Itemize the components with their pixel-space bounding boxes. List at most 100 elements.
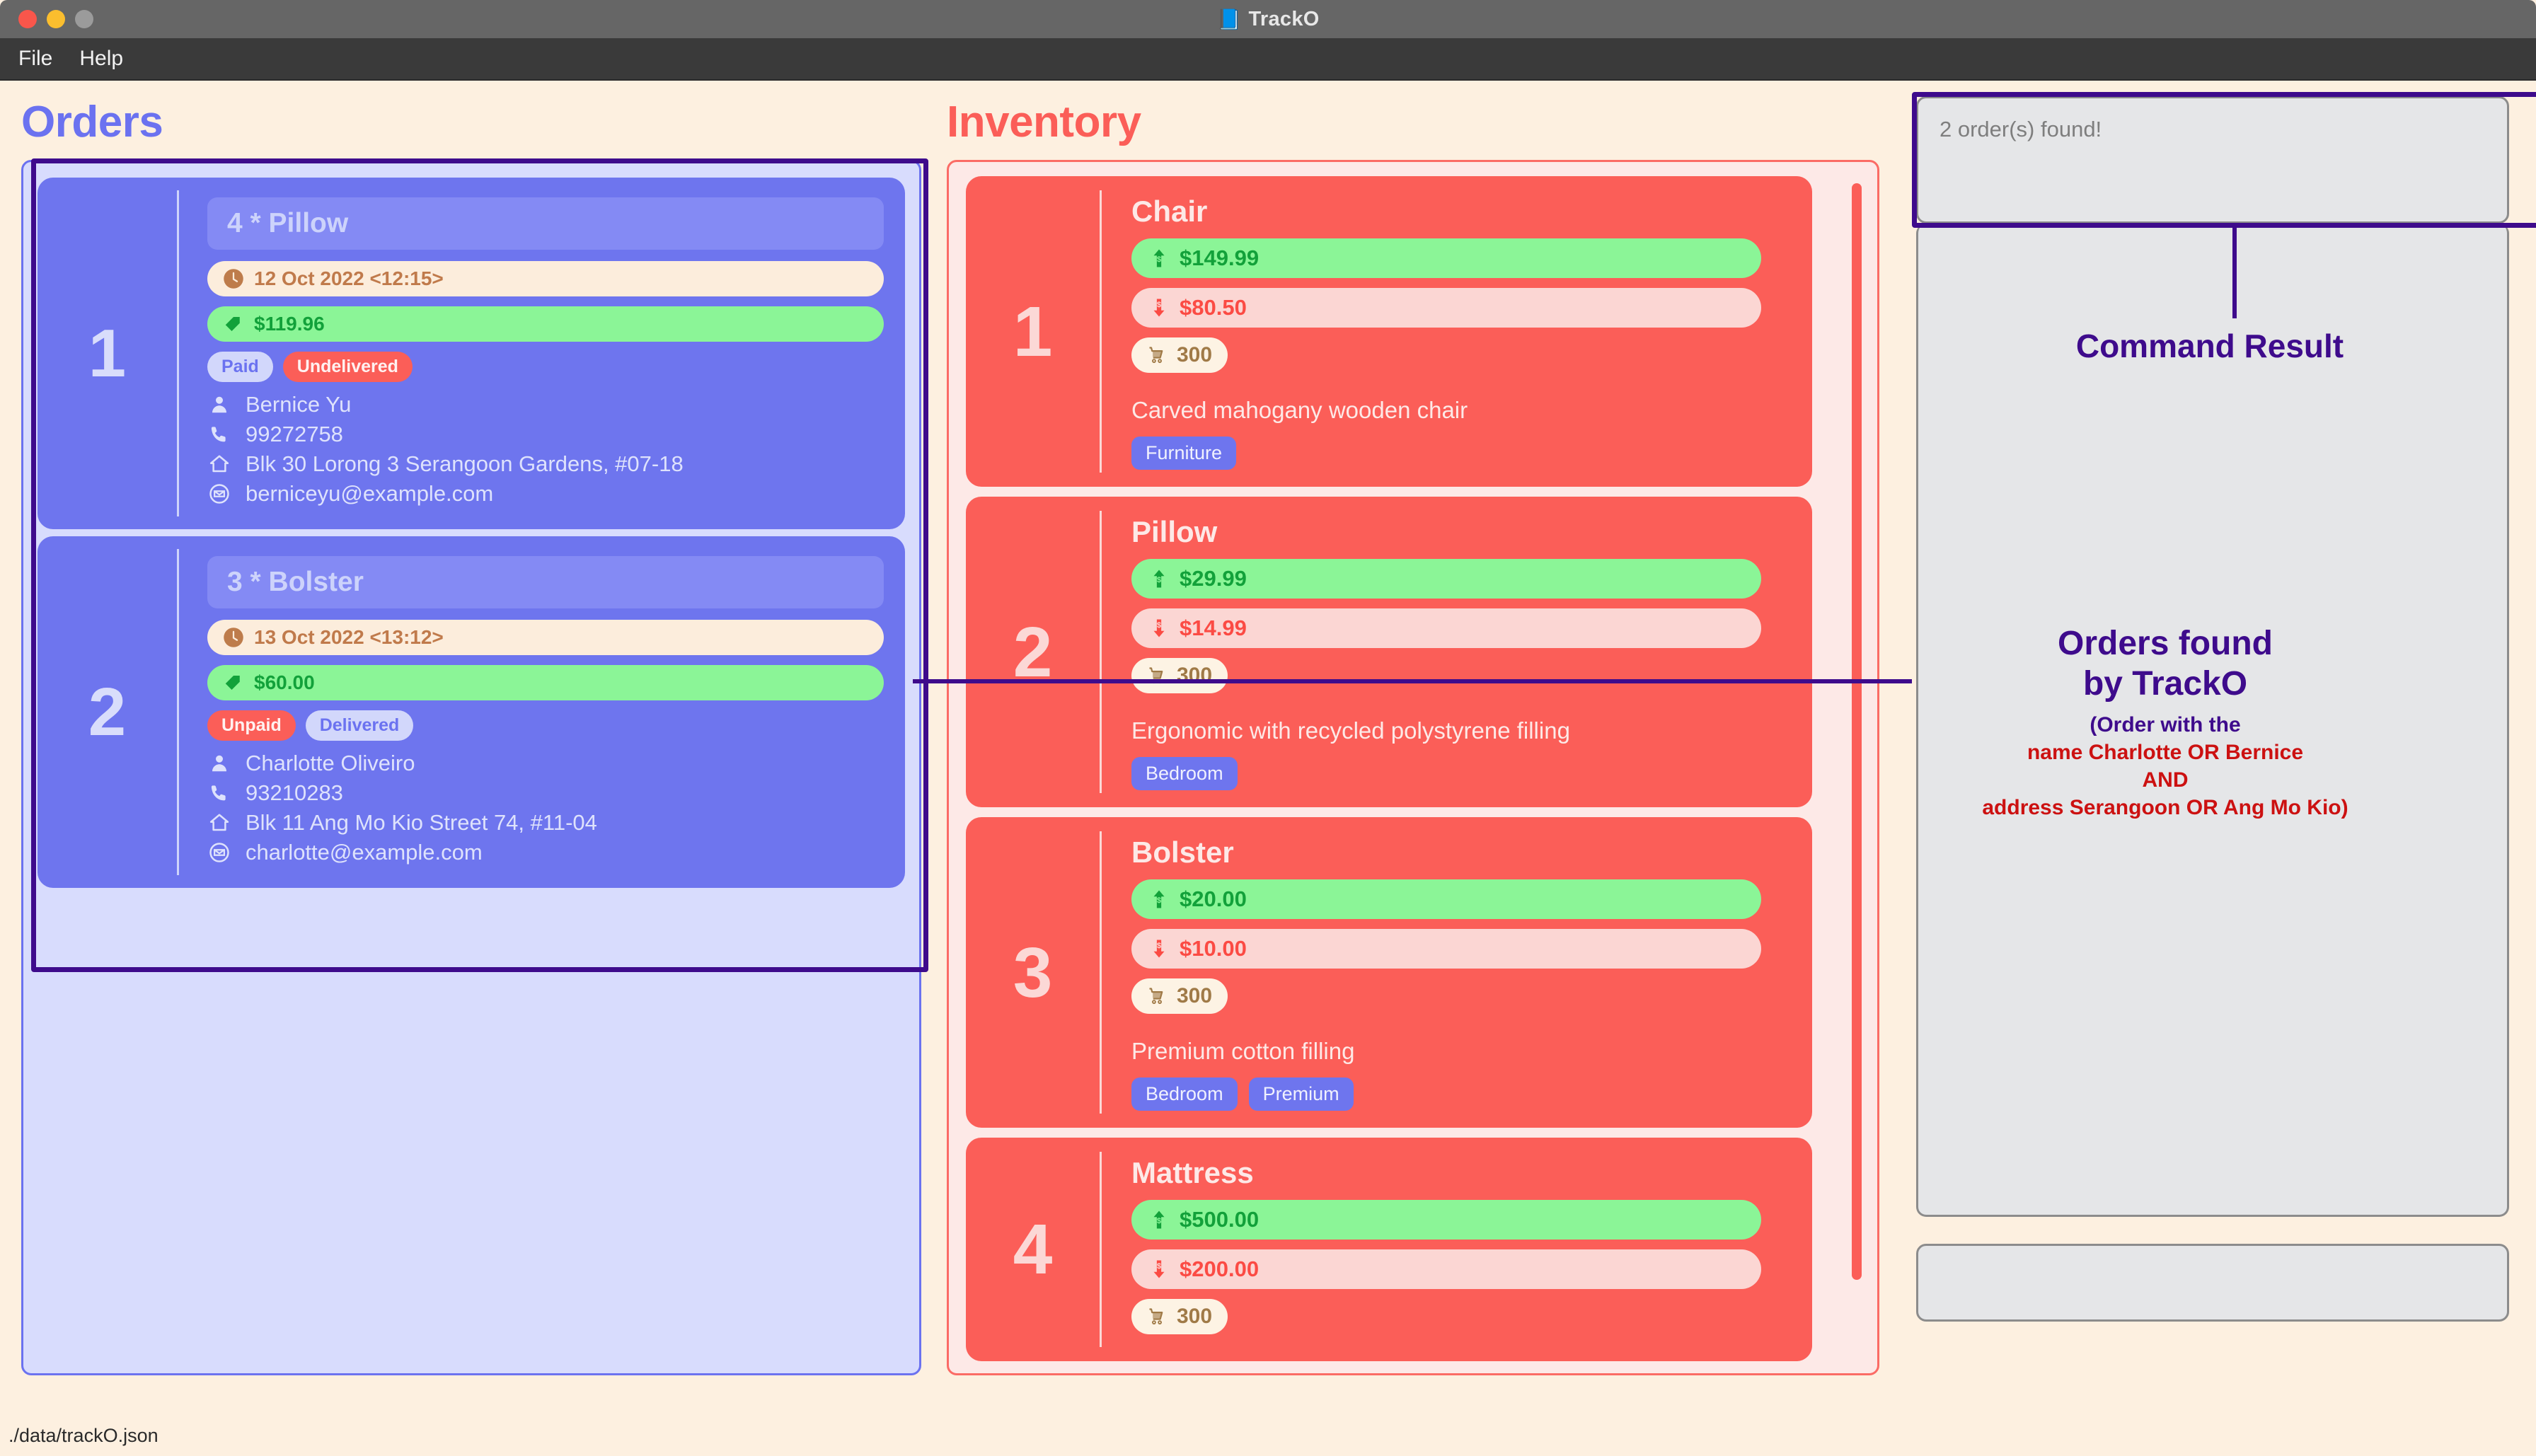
annotation-orders-found-line2: by TrackO <box>2082 664 2248 703</box>
inventory-scrollbar-thumb[interactable] <box>1852 183 1862 1280</box>
phone-icon <box>207 782 231 804</box>
command-result-text: 2 order(s) found! <box>1940 117 2102 141</box>
sell-price-text: $20.00 <box>1180 886 1247 911</box>
order-phone-row: 93210283 <box>207 780 884 806</box>
order-customer-name-row: Bernice Yu <box>207 392 884 417</box>
payment-status-badge: Paid <box>207 352 273 382</box>
shopping-cart-icon <box>1147 1307 1167 1327</box>
annotation-command-result-label: Command Result <box>2075 328 2344 364</box>
sell-price-pill: $ $149.99 <box>1131 238 1761 278</box>
command-result-box: 2 order(s) found! <box>1916 96 2509 224</box>
svg-text:$: $ <box>1157 301 1162 309</box>
inventory-tag[interactable]: Furniture <box>1131 437 1237 470</box>
inventory-card[interactable]: 3 Bolster $ $20.00 $ $10.00 300 Premium … <box>966 817 1812 1128</box>
order-customer-name: Bernice Yu <box>246 392 352 417</box>
order-card[interactable]: 2 3 * Bolster 13 Oct 2022 <13:12> $60.00 <box>38 536 905 888</box>
money-up-icon: $ <box>1148 568 1170 589</box>
quantity-pill: 300 <box>1131 978 1228 1014</box>
quantity-text: 300 <box>1177 1305 1213 1328</box>
inventory-card[interactable]: 4 Mattress $ $500.00 $ $200.00 300 <box>966 1138 1812 1361</box>
orders-column: Orders 1 4 * Pillow 12 Oct 2022 <12:15> <box>0 81 943 1456</box>
order-card-body: 3 * Bolster 13 Oct 2022 <13:12> $60.00 U… <box>179 549 905 875</box>
inventory-tag[interactable]: Premium <box>1248 1077 1354 1111</box>
inventory-tag[interactable]: Bedroom <box>1131 1077 1238 1111</box>
sell-price-pill: $ $500.00 <box>1131 1200 1761 1240</box>
cost-price-pill: $ $10.00 <box>1131 929 1761 969</box>
order-date-pill: 13 Oct 2022 <13:12> <box>207 620 884 655</box>
envelope-icon <box>207 842 231 863</box>
cost-price-text: $10.00 <box>1180 936 1247 961</box>
annotation-detail-line3: AND <box>2142 768 2189 792</box>
statusbar: ./data/trackO.json <box>0 1415 2536 1456</box>
inventory-index: 2 <box>966 511 1102 793</box>
inventory-card[interactable]: 2 Pillow $ $29.99 $ $14.99 300 Ergonomic… <box>966 497 1812 807</box>
inventory-tags: Bedroom <box>1131 757 1788 790</box>
home-icon <box>207 453 231 475</box>
cost-price-pill: $ $80.50 <box>1131 288 1761 328</box>
sell-price-text: $500.00 <box>1180 1207 1260 1232</box>
order-index: 2 <box>38 549 179 875</box>
money-down-icon: $ <box>1148 618 1170 639</box>
payment-status-badge: Unpaid <box>207 710 296 741</box>
window-titlebar: 📘 TrackO <box>0 0 2536 38</box>
svg-text:$: $ <box>1157 1262 1162 1271</box>
cost-price-text: $80.50 <box>1180 295 1247 320</box>
menu-file[interactable]: File <box>18 47 52 71</box>
money-up-icon: $ <box>1148 248 1170 269</box>
quantity-text: 300 <box>1177 664 1213 687</box>
order-phone: 93210283 <box>246 780 343 805</box>
order-title: 4 * Pillow <box>207 197 884 250</box>
order-phone: 99272758 <box>246 422 343 446</box>
app-body: Orders 1 4 * Pillow 12 Oct 2022 <12:15> <box>0 81 2536 1456</box>
inventory-tag[interactable]: Bedroom <box>1131 757 1238 790</box>
cost-price-text: $200.00 <box>1180 1256 1260 1281</box>
quantity-pill: 300 <box>1131 337 1228 373</box>
inventory-card[interactable]: 1 Chair $ $149.99 $ $80.50 300 Carved ma… <box>966 176 1812 487</box>
minimize-window-button[interactable] <box>47 10 65 28</box>
order-date-text: 13 Oct 2022 <13:12> <box>254 626 444 648</box>
inventory-description: Premium cotton filling <box>1131 1038 1355 1064</box>
inventory-item-name: Bolster <box>1131 836 1234 869</box>
inventory-tags: Furniture <box>1131 437 1788 470</box>
home-icon <box>207 812 231 833</box>
money-up-icon: $ <box>1148 889 1170 910</box>
inventory-list-panel[interactable]: 1 Chair $ $149.99 $ $80.50 300 Carved ma… <box>947 160 1879 1375</box>
menu-help[interactable]: Help <box>79 47 123 71</box>
inventory-card-body: Bolster $ $20.00 $ $10.00 300 Premium co… <box>1102 831 1812 1114</box>
svg-text:$: $ <box>1157 942 1162 950</box>
order-card-body: 4 * Pillow 12 Oct 2022 <12:15> $119.96 P… <box>179 190 905 516</box>
svg-text:$: $ <box>1157 576 1162 584</box>
phone-icon <box>207 424 231 445</box>
quantity-text: 300 <box>1177 984 1213 1007</box>
order-customer-name-row: Charlotte Oliveiro <box>207 751 884 776</box>
inventory-item-name: Pillow <box>1131 515 1218 548</box>
order-title: 3 * Bolster <box>207 556 884 608</box>
quantity-pill: 300 <box>1131 658 1228 693</box>
order-card[interactable]: 1 4 * Pillow 12 Oct 2022 <12:15> $119.96 <box>38 178 905 529</box>
order-email-row: berniceyu@example.com <box>207 481 884 507</box>
money-down-icon: $ <box>1148 297 1170 318</box>
money-up-icon: $ <box>1148 1209 1170 1230</box>
order-price-text: $60.00 <box>254 671 315 693</box>
inventory-item-name: Chair <box>1131 195 1208 228</box>
svg-text:$: $ <box>1157 896 1162 905</box>
quantity-text: 300 <box>1177 343 1213 366</box>
person-icon <box>207 394 231 415</box>
shopping-cart-icon <box>1147 986 1167 1006</box>
inventory-description: Ergonomic with recycled polystyrene fill… <box>1131 717 1570 744</box>
annotation-detail-line2: name Charlotte OR Bernice <box>2027 741 2304 765</box>
close-window-button[interactable] <box>18 10 37 28</box>
order-status-badges: Unpaid Delivered <box>207 710 884 741</box>
order-address: Blk 11 Ang Mo Kio Street 74, #11-04 <box>246 810 597 835</box>
maximize-window-button[interactable] <box>75 10 93 28</box>
order-address: Blk 30 Lorong 3 Serangoon Gardens, #07-1… <box>246 451 684 476</box>
svg-text:$: $ <box>1157 1217 1162 1225</box>
menubar: File Help <box>0 38 2536 81</box>
annotation-orders-found-line1: Orders found <box>2057 625 2273 662</box>
command-input-field[interactable] <box>1916 1244 2509 1322</box>
cost-price-pill: $ $200.00 <box>1131 1249 1761 1289</box>
money-down-icon: $ <box>1148 1259 1170 1280</box>
envelope-icon <box>207 483 231 504</box>
orders-list-panel[interactable]: 1 4 * Pillow 12 Oct 2022 <12:15> $119.96 <box>21 160 921 1375</box>
inventory-card-body: Chair $ $149.99 $ $80.50 300 Carved maho… <box>1102 190 1812 473</box>
